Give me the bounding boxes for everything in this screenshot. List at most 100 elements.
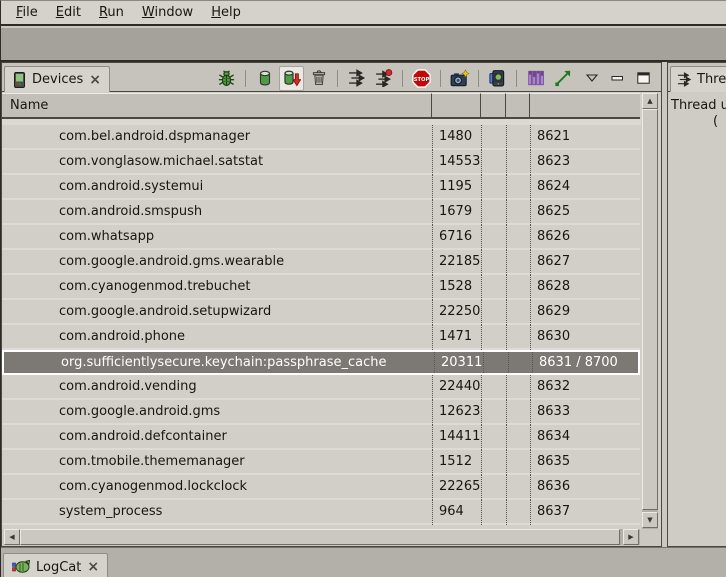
process-port: 8628 <box>530 275 640 300</box>
cause-gc-icon[interactable] <box>306 66 331 91</box>
table-row[interactable]: com.cyanogenmod.trebuchet15288628 <box>2 275 640 300</box>
toolbar-separator <box>245 70 246 87</box>
process-name: com.android.defcontainer <box>2 425 432 450</box>
toolbar-separator <box>402 70 403 87</box>
process-name: com.android.smspush <box>2 200 432 225</box>
table-row[interactable]: com.bel.android.dspmanager14808621 <box>2 125 640 150</box>
dump-hprof-icon[interactable] <box>279 66 304 91</box>
table-row[interactable]: com.android.defcontainer144118634 <box>2 425 640 450</box>
toolbar-separator <box>440 70 441 87</box>
tab-logcat[interactable]: LogCat × <box>3 553 108 577</box>
view-menu-icon[interactable] <box>582 66 601 91</box>
process-port: 8636 <box>530 475 640 500</box>
vertical-scrollbar[interactable]: ▲ ▼ <box>642 93 658 529</box>
table-row[interactable]: system_process9648637 <box>2 500 640 525</box>
table-row[interactable]: com.vonglasow.michael.satstat145538623 <box>2 150 640 175</box>
menu-run[interactable]: Run <box>90 2 133 23</box>
table-row[interactable]: com.tmobile.thememanager15128635 <box>2 450 640 475</box>
minimize-icon[interactable] <box>608 66 627 91</box>
threads-view: Threa Thread up ( <box>667 62 726 547</box>
capture-system-state-icon[interactable] <box>523 66 548 91</box>
scroll-right-button[interactable]: ▶ <box>623 529 639 545</box>
scroll-up-button[interactable]: ▲ <box>642 93 658 109</box>
empty-cell <box>508 352 532 373</box>
tab-devices[interactable]: Devices × <box>4 66 110 92</box>
empty-cell <box>481 200 506 225</box>
empty-cell <box>506 400 530 425</box>
process-name: org.sufficientlysecure.keychain:passphra… <box>4 352 434 373</box>
empty-cell <box>481 425 506 450</box>
process-port: 8632 <box>530 375 640 400</box>
process-name: com.vonglasow.michael.satstat <box>2 150 432 175</box>
vertical-scroll-thumb[interactable] <box>642 109 658 510</box>
process-name: com.google.android.gms <box>2 400 432 425</box>
menu-edit[interactable]: Edit <box>47 2 90 23</box>
menu-file[interactable]: File <box>7 2 47 23</box>
scroll-down-button[interactable]: ▼ <box>642 512 658 528</box>
device-screen-icon[interactable] <box>485 66 510 91</box>
process-port: 8630 <box>530 325 640 350</box>
devices-view: Devices × STOP Name com.bel.android.dspm… <box>1 62 662 547</box>
start-method-profiling-icon[interactable] <box>371 66 396 91</box>
empty-cell <box>481 375 506 400</box>
column-header-2[interactable] <box>481 93 506 117</box>
empty-cell <box>506 375 530 400</box>
table-row[interactable]: com.android.smspush16798625 <box>2 200 640 225</box>
process-port: 8624 <box>530 175 640 200</box>
menu-window[interactable]: Window <box>133 2 202 23</box>
debug-attach-icon[interactable] <box>214 66 239 91</box>
table-row[interactable]: com.android.systemui11958624 <box>2 175 640 200</box>
start-opengl-trace-icon[interactable] <box>550 66 575 91</box>
empty-cell <box>481 225 506 250</box>
scroll-left-button[interactable]: ◀ <box>4 529 20 545</box>
empty-cell <box>506 200 530 225</box>
close-icon[interactable]: × <box>89 73 101 87</box>
process-name: com.google.android.setupwizard <box>2 300 432 325</box>
table-row-selected[interactable]: org.sufficientlysecure.keychain:passphra… <box>2 350 640 375</box>
empty-cell <box>481 325 506 350</box>
empty-cell <box>506 450 530 475</box>
table-row[interactable]: com.cyanogenmod.lockclock222658636 <box>2 475 640 500</box>
process-pid: 1528 <box>432 275 481 300</box>
empty-cell <box>481 475 506 500</box>
column-header-name[interactable]: Name <box>2 93 432 117</box>
table-row[interactable]: com.google.android.gms.wearable221858627 <box>2 250 640 275</box>
table-row[interactable]: com.whatsapp67168626 <box>2 225 640 250</box>
process-name: com.android.vending <box>2 375 432 400</box>
empty-cell <box>506 225 530 250</box>
process-pid: 22440 <box>432 375 481 400</box>
table-row[interactable]: com.google.android.setupwizard222508629 <box>2 300 640 325</box>
process-pid: 1195 <box>432 175 481 200</box>
column-header-3[interactable] <box>506 93 530 117</box>
process-pid: 20311 <box>434 352 483 373</box>
column-header-1[interactable] <box>432 93 481 117</box>
process-port: 8634 <box>530 425 640 450</box>
empty-cell <box>481 450 506 475</box>
table-row[interactable]: com.google.android.gms126238633 <box>2 400 640 425</box>
process-name: com.google.android.gms.wearable <box>2 250 432 275</box>
empty-cell <box>481 175 506 200</box>
table-row[interactable]: com.android.phone1471 8630 <box>2 325 640 350</box>
update-threads-icon[interactable] <box>344 66 369 91</box>
process-pid: 1471 <box>432 325 481 350</box>
menu-help[interactable]: Help <box>202 2 250 23</box>
process-port: 8635 <box>530 450 640 475</box>
horizontal-scroll-thumb[interactable] <box>20 529 620 545</box>
process-name: com.whatsapp <box>2 225 432 250</box>
toolbar-separator <box>337 70 338 87</box>
column-header-4[interactable] <box>530 93 640 117</box>
screen-capture-icon[interactable] <box>447 66 472 91</box>
maximize-icon[interactable] <box>634 66 653 91</box>
close-icon[interactable]: × <box>87 560 99 574</box>
devices-toolbar: STOP <box>214 65 653 91</box>
process-name: com.android.phone <box>2 325 432 350</box>
table-row[interactable]: com.android.vending22440 8632 <box>2 375 640 400</box>
horizontal-scrollbar[interactable]: ◀ ▶ <box>2 529 660 546</box>
toolbar-separator <box>478 70 479 87</box>
process-pid: 1679 <box>432 200 481 225</box>
update-heap-icon[interactable] <box>252 66 277 91</box>
threads-message-line2: ( <box>713 114 718 129</box>
process-pid: 22185 <box>432 250 481 275</box>
stop-process-icon[interactable]: STOP <box>409 66 434 91</box>
tab-threads[interactable]: Threa <box>670 66 726 92</box>
